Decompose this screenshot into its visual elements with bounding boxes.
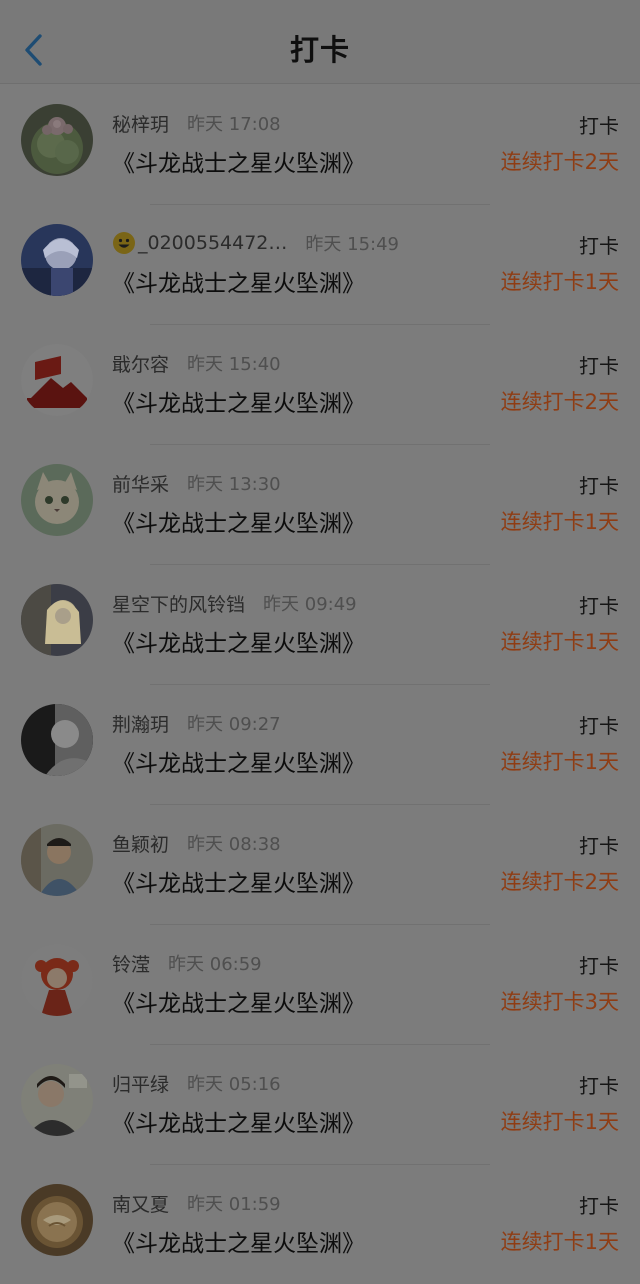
checkin-row[interactable]: 荆瀚玥 昨天 09:27 《斗龙战士之星火坠渊》 打卡 连续打卡1天 [0,684,640,804]
checkin-row[interactable]: 秘梓玥 昨天 17:08 《斗龙战士之星火坠渊》 打卡 连续打卡2天 [0,84,640,204]
avatar[interactable] [21,944,93,1016]
streak-label: 连续打卡1天 [500,630,619,654]
name-line: 秘梓玥 昨天 17:08 [112,110,281,136]
book-title[interactable]: 《斗龙战士之星火坠渊》 [112,384,365,418]
avatar[interactable] [21,1184,93,1256]
user-name[interactable]: 鱼颖初 [112,830,169,857]
user-name[interactable]: 铃滢 [112,950,150,977]
user-name[interactable]: 南又夏 [112,1190,169,1217]
name-line: _0200554472… 昨天 15:49 [112,230,399,256]
user-name[interactable]: 星空下的风铃铛 [112,590,245,617]
book-title[interactable]: 《斗龙战士之星火坠渊》 [112,264,365,298]
checkin-list: 秘梓玥 昨天 17:08 《斗龙战士之星火坠渊》 打卡 连续打卡2天 _0200… [0,84,640,1284]
checkin-row[interactable]: _0200554472… 昨天 15:49 《斗龙战士之星火坠渊》 打卡 连续打… [0,204,640,324]
streak-label: 连续打卡2天 [500,870,619,894]
streak-label: 连续打卡1天 [500,510,619,534]
book-title[interactable]: 《斗龙战士之星火坠渊》 [112,144,365,178]
checkin-row[interactable]: 戢尔容 昨天 15:40 《斗龙战士之星火坠渊》 打卡 连续打卡2天 [0,324,640,444]
name-line: 星空下的风铃铛 昨天 09:49 [112,590,357,616]
avatar[interactable] [21,104,93,176]
streak-label: 连续打卡1天 [500,750,619,774]
name-line: 归平绿 昨天 05:16 [112,1070,281,1096]
post-time: 昨天 13:30 [187,474,281,495]
checkin-label: 打卡 [579,1074,619,1098]
avatar[interactable] [21,584,93,656]
checkin-label: 打卡 [579,114,619,138]
name-line: 南又夏 昨天 01:59 [112,1190,281,1216]
name-line: 鱼颖初 昨天 08:38 [112,830,281,856]
checkin-label: 打卡 [579,1194,619,1218]
checkin-label: 打卡 [579,834,619,858]
post-time: 昨天 09:49 [263,594,357,615]
post-time: 昨天 08:38 [187,834,281,855]
checkin-label: 打卡 [579,354,619,378]
user-name[interactable]: 戢尔容 [112,350,169,377]
book-title[interactable]: 《斗龙战士之星火坠渊》 [112,504,365,538]
smiley-emoji-icon [113,232,135,254]
checkin-label: 打卡 [579,954,619,978]
checkin-label: 打卡 [579,594,619,618]
streak-label: 连续打卡1天 [500,1110,619,1134]
post-time: 昨天 15:49 [305,234,399,255]
book-title[interactable]: 《斗龙战士之星火坠渊》 [112,624,365,658]
post-time: 昨天 17:08 [187,114,281,135]
book-title[interactable]: 《斗龙战士之星火坠渊》 [112,1224,365,1258]
avatar[interactable] [21,224,93,296]
post-time: 昨天 01:59 [187,1194,281,1215]
avatar[interactable] [21,464,93,536]
checkin-row[interactable]: 归平绿 昨天 05:16 《斗龙战士之星火坠渊》 打卡 连续打卡1天 [0,1044,640,1164]
streak-label: 连续打卡1天 [500,1230,619,1254]
user-name[interactable]: 荆瀚玥 [112,710,169,737]
streak-label: 连续打卡2天 [500,150,619,174]
book-title[interactable]: 《斗龙战士之星火坠渊》 [112,864,365,898]
post-time: 昨天 09:27 [187,714,281,735]
book-title[interactable]: 《斗龙战士之星火坠渊》 [112,1104,365,1138]
avatar[interactable] [21,344,93,416]
user-name[interactable]: 归平绿 [112,1070,169,1097]
user-name[interactable]: 秘梓玥 [112,110,169,137]
checkin-label: 打卡 [579,714,619,738]
user-name[interactable]: _0200554472… [138,232,287,254]
streak-label: 连续打卡1天 [500,270,619,294]
checkin-row[interactable]: 南又夏 昨天 01:59 《斗龙战士之星火坠渊》 打卡 连续打卡1天 [0,1164,640,1284]
post-time: 昨天 05:16 [187,1074,281,1095]
streak-label: 连续打卡3天 [500,990,619,1014]
book-title[interactable]: 《斗龙战士之星火坠渊》 [112,744,365,778]
checkin-label: 打卡 [579,234,619,258]
checkin-row[interactable]: 星空下的风铃铛 昨天 09:49 《斗龙战士之星火坠渊》 打卡 连续打卡1天 [0,564,640,684]
avatar[interactable] [21,824,93,896]
checkin-row[interactable]: 前华采 昨天 13:30 《斗龙战士之星火坠渊》 打卡 连续打卡1天 [0,444,640,564]
book-title[interactable]: 《斗龙战士之星火坠渊》 [112,984,365,1018]
user-name[interactable]: 前华采 [112,470,169,497]
post-time: 昨天 06:59 [168,954,262,975]
checkin-row[interactable]: 鱼颖初 昨天 08:38 《斗龙战士之星火坠渊》 打卡 连续打卡2天 [0,804,640,924]
checkin-row[interactable]: 铃滢 昨天 06:59 《斗龙战士之星火坠渊》 打卡 连续打卡3天 [0,924,640,1044]
name-line: 荆瀚玥 昨天 09:27 [112,710,281,736]
avatar[interactable] [21,1064,93,1136]
post-time: 昨天 15:40 [187,354,281,375]
streak-label: 连续打卡2天 [500,390,619,414]
checkin-label: 打卡 [579,474,619,498]
name-line: 前华采 昨天 13:30 [112,470,281,496]
name-line: 戢尔容 昨天 15:40 [112,350,281,376]
avatar[interactable] [21,704,93,776]
name-line: 铃滢 昨天 06:59 [112,950,262,976]
